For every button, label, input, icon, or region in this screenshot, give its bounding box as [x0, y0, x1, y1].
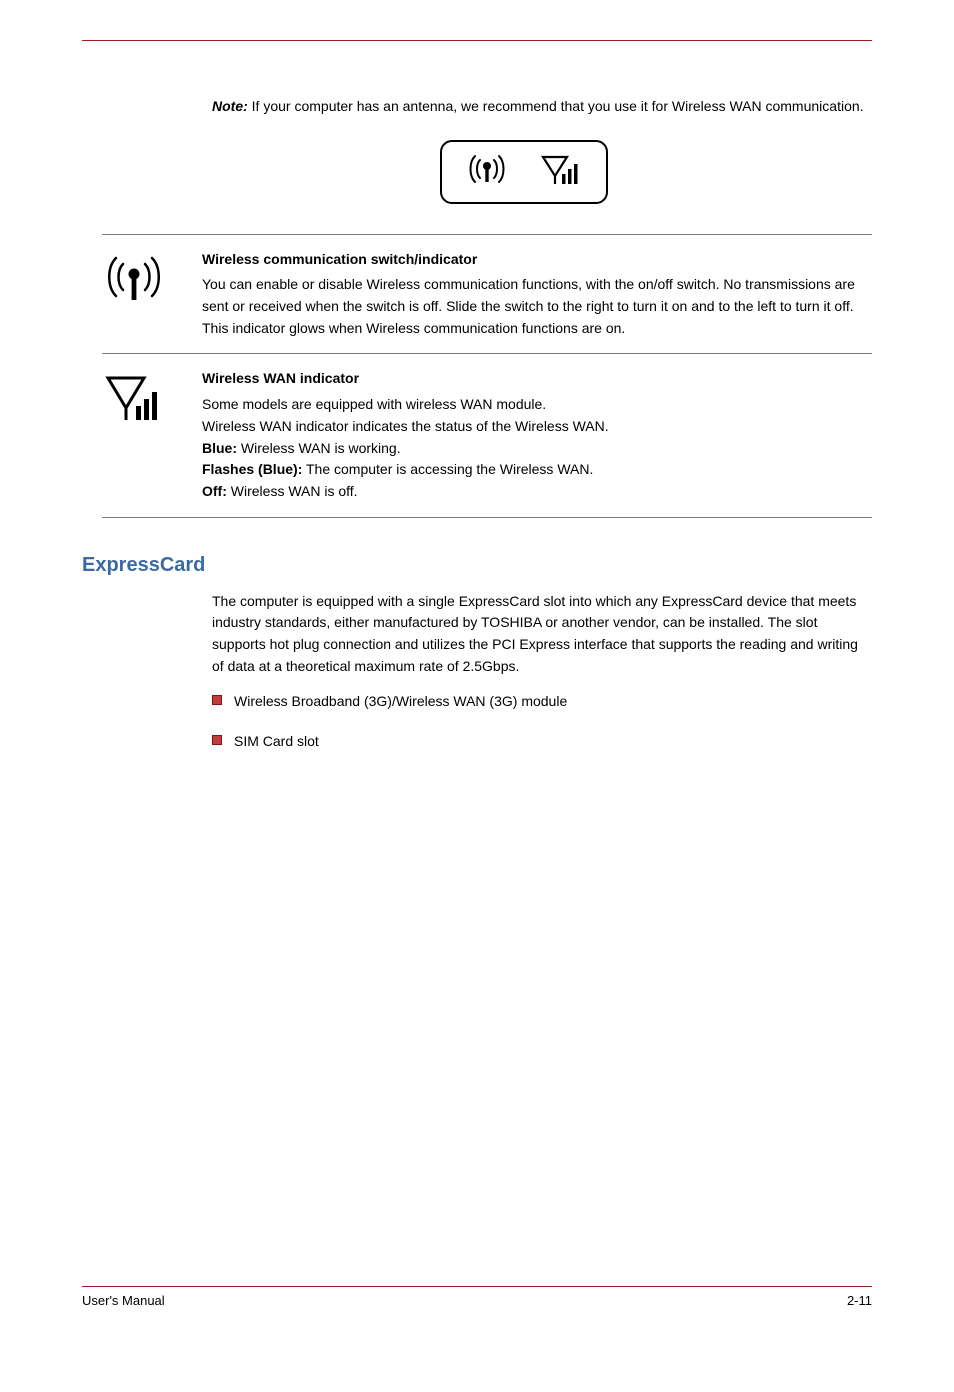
bullet-icon: [212, 695, 222, 705]
section-intro: The computer is equipped with a single E…: [212, 591, 872, 678]
bullet-text: Wireless Broadband (3G)/Wireless WAN (3G…: [234, 691, 567, 713]
footer-left: User's Manual: [82, 1293, 165, 1308]
row-body: Wireless communication switch/indicator …: [202, 249, 872, 340]
wireless-signal-icon: [104, 372, 164, 429]
row-title: Wireless communication switch/indicator: [202, 249, 872, 271]
row-body: Wireless WAN indicator Some models are e…: [202, 368, 872, 502]
note-text: If your computer has an antenna, we reco…: [248, 98, 864, 114]
section-heading: ExpressCard: [82, 554, 872, 577]
row-status-line: Flashes (Blue): The computer is accessin…: [202, 459, 872, 481]
footer-right: 2-11: [847, 1293, 872, 1308]
note-label: Note:: [212, 98, 248, 114]
table-row: Wireless WAN indicator Some models are e…: [102, 353, 872, 517]
row-status-line: Blue: Wireless WAN is working.: [202, 438, 872, 460]
bullet-list: Wireless Broadband (3G)/Wireless WAN (3G…: [212, 691, 872, 752]
top-rule: [82, 40, 872, 41]
row-icon-cell: [102, 368, 202, 502]
table-row: Wireless communication switch/indicator …: [102, 234, 872, 354]
wireless-broadcast-icon: [466, 152, 508, 191]
footer-rule: [82, 1286, 872, 1287]
row-status-line: Off: Wireless WAN is off.: [202, 481, 872, 503]
indicator-table: Wireless communication switch/indicator …: [102, 234, 872, 518]
wireless-broadcast-icon: [104, 253, 164, 310]
bullet-text: SIM Card slot: [234, 731, 319, 753]
wireless-icons-figure: [440, 140, 608, 204]
row-desc2: Wireless WAN indicator indicates the sta…: [202, 416, 872, 438]
list-item: SIM Card slot: [212, 731, 872, 753]
row-icon-cell: [102, 249, 202, 340]
page-footer: User's Manual 2-11: [82, 1286, 872, 1308]
list-item: Wireless Broadband (3G)/Wireless WAN (3G…: [212, 691, 872, 713]
wireless-signal-icon: [540, 152, 582, 191]
note-block: Note: If your computer has an antenna, w…: [212, 96, 872, 118]
bullet-icon: [212, 735, 222, 745]
row-desc1: Some models are equipped with wireless W…: [202, 394, 872, 416]
row-desc: You can enable or disable Wireless commu…: [202, 274, 872, 339]
row-title: Wireless WAN indicator: [202, 368, 872, 390]
